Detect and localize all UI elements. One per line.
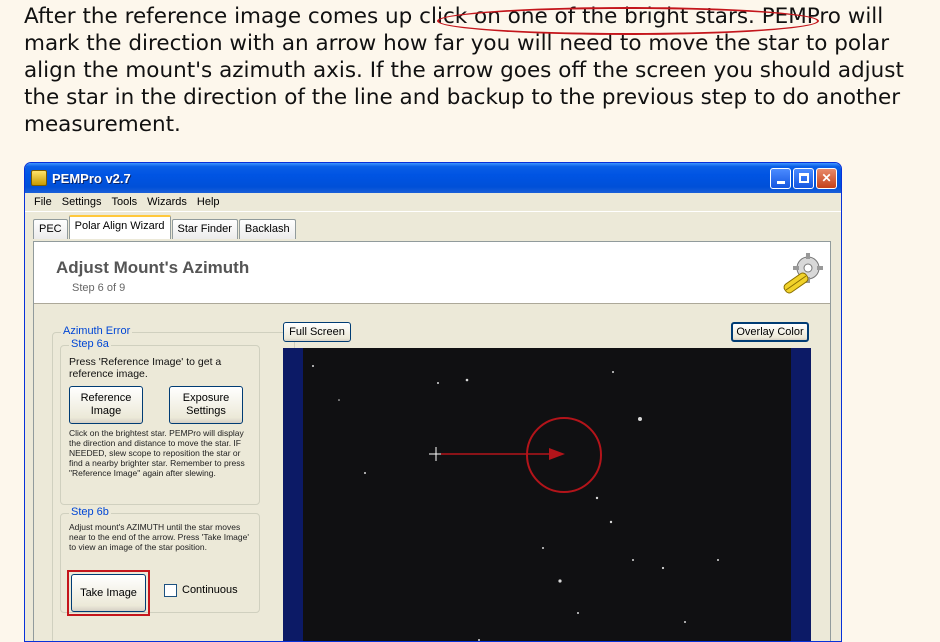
step-6a-details: Click on the brightest star. PEMPro will… — [69, 428, 245, 478]
menu-file[interactable]: File — [29, 196, 57, 208]
star-image-view[interactable] — [283, 348, 811, 641]
wizard-header: Adjust Mount's Azimuth Step 6 of 9 — [34, 242, 830, 304]
step-6b-instruction: Adjust mount's AZIMUTH until the star mo… — [69, 522, 249, 552]
window-titlebar[interactable]: PEMPro v2.7 ✕ — [25, 163, 841, 193]
menu-wizards[interactable]: Wizards — [142, 196, 192, 208]
tab-star-finder[interactable]: Star Finder — [171, 219, 238, 239]
azimuth-error-group: Azimuth Error Step 6a Press 'Reference I… — [52, 325, 295, 641]
close-icon: ✕ — [821, 171, 832, 185]
take-image-highlight: Take Image — [67, 570, 150, 616]
tab-pec[interactable]: PEC — [33, 219, 68, 239]
menu-help[interactable]: Help — [192, 196, 225, 208]
tab-polar-align-wizard[interactable]: Polar Align Wizard — [68, 215, 171, 239]
step-6a-group: Step 6a Press 'Reference Image' to get a… — [60, 338, 260, 505]
app-icon — [31, 170, 47, 186]
highlight-ellipse — [437, 7, 819, 35]
azimuth-error-label: Azimuth Error — [61, 325, 133, 337]
step-6b-label: Step 6b — [69, 506, 111, 518]
wizard-panel: Adjust Mount's Azimuth Step 6 of 9 Azimu… — [33, 241, 831, 641]
continuous-checkbox[interactable] — [164, 584, 177, 597]
gear-icon — [783, 253, 823, 294]
reference-image-button[interactable]: Reference Image — [69, 386, 143, 424]
maximize-icon — [798, 173, 809, 183]
close-button[interactable]: ✕ — [816, 167, 837, 189]
window-title: PEMPro v2.7 — [52, 170, 131, 186]
tab-backlash[interactable]: Backlash — [238, 219, 296, 239]
exposure-settings-button[interactable]: Exposure Settings — [169, 386, 243, 424]
overlay-color-button[interactable]: Overlay Color — [731, 322, 809, 342]
menu-bar: File Settings Tools Wizards Help — [25, 193, 841, 212]
menu-settings[interactable]: Settings — [57, 196, 107, 208]
pempro-window: PEMPro v2.7 ✕ File Settings Tools Wizard… — [24, 162, 842, 642]
wizard-step: Step 6 of 9 — [72, 282, 126, 294]
intro-text-part1: After the reference image comes up — [24, 4, 420, 29]
continuous-label: Continuous — [182, 584, 238, 596]
star-field-image — [303, 348, 791, 641]
minimize-icon — [776, 180, 785, 184]
step-6b-group: Step 6b Adjust mount's AZIMUTH until the… — [60, 506, 260, 616]
take-image-button[interactable]: Take Image — [71, 574, 146, 612]
tab-strip: PEC Polar Align Wizard Star Finder Backl… — [25, 212, 841, 239]
maximize-button[interactable] — [793, 167, 814, 189]
full-screen-button[interactable]: Full Screen — [283, 322, 351, 342]
step-6a-instruction: Press 'Reference Image' to get a referen… — [69, 356, 222, 380]
wizard-title: Adjust Mount's Azimuth — [56, 258, 250, 277]
minimize-button[interactable] — [770, 167, 791, 189]
step-6a-label: Step 6a — [69, 338, 111, 350]
menu-tools[interactable]: Tools — [106, 196, 142, 208]
